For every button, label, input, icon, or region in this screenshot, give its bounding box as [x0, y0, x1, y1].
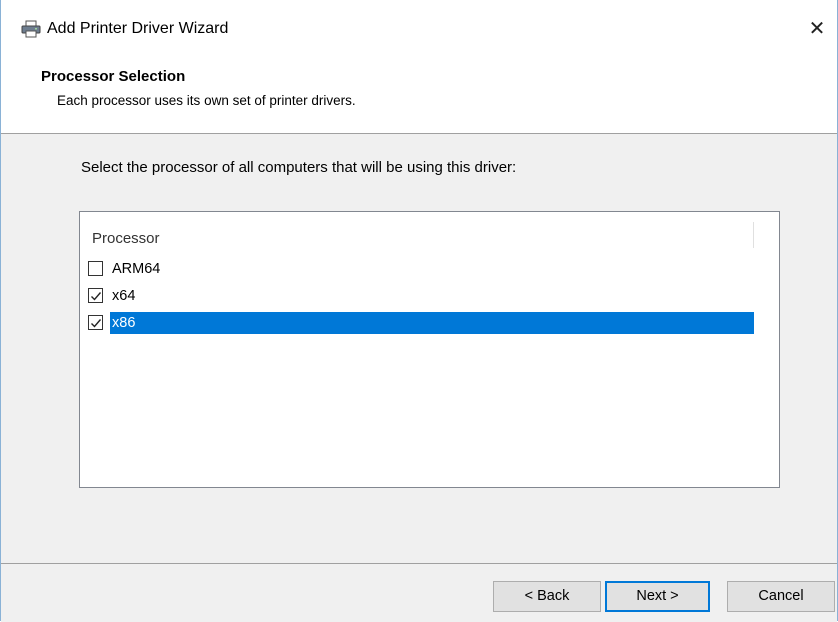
- back-button[interactable]: < Back: [493, 581, 601, 612]
- close-button[interactable]: ✕: [797, 12, 837, 46]
- next-button[interactable]: Next >: [605, 581, 710, 612]
- column-divider[interactable]: [753, 222, 754, 248]
- wizard-body: Select the processor of all computers th…: [1, 134, 837, 563]
- list-item-label: x86: [110, 312, 754, 334]
- wizard-header: Processor Selection Each processor uses …: [1, 58, 837, 134]
- title-bar: Add Printer Driver Wizard ✕: [1, 0, 837, 58]
- wizard-window: Add Printer Driver Wizard ✕ Processor Se…: [0, 0, 838, 622]
- window-title: Add Printer Driver Wizard: [47, 20, 229, 37]
- printer-icon: [21, 20, 41, 38]
- column-header-processor: Processor: [92, 230, 160, 247]
- checkbox-arm64[interactable]: [88, 261, 103, 276]
- list-item-label: ARM64: [112, 261, 161, 277]
- list-item-arm64[interactable]: ARM64: [88, 258, 753, 280]
- page-subtitle: Each processor uses its own set of print…: [57, 93, 356, 108]
- close-icon: ✕: [808, 18, 826, 40]
- page-title: Processor Selection: [41, 68, 186, 85]
- checkmark-icon: [91, 292, 102, 301]
- checkbox-x86[interactable]: [88, 315, 103, 330]
- list-item-x64[interactable]: x64: [88, 285, 753, 307]
- list-column-header[interactable]: Processor: [80, 212, 754, 252]
- processor-listbox[interactable]: Processor ARM64 x64 x86: [79, 211, 780, 488]
- checkbox-x64[interactable]: [88, 288, 103, 303]
- wizard-footer: < Back Next > Cancel: [1, 563, 837, 622]
- instruction-text: Select the processor of all computers th…: [81, 159, 517, 176]
- list-item-x86[interactable]: x86: [88, 312, 754, 334]
- cancel-button[interactable]: Cancel: [727, 581, 835, 612]
- checkmark-icon: [91, 319, 102, 328]
- list-item-label: x64: [112, 288, 136, 304]
